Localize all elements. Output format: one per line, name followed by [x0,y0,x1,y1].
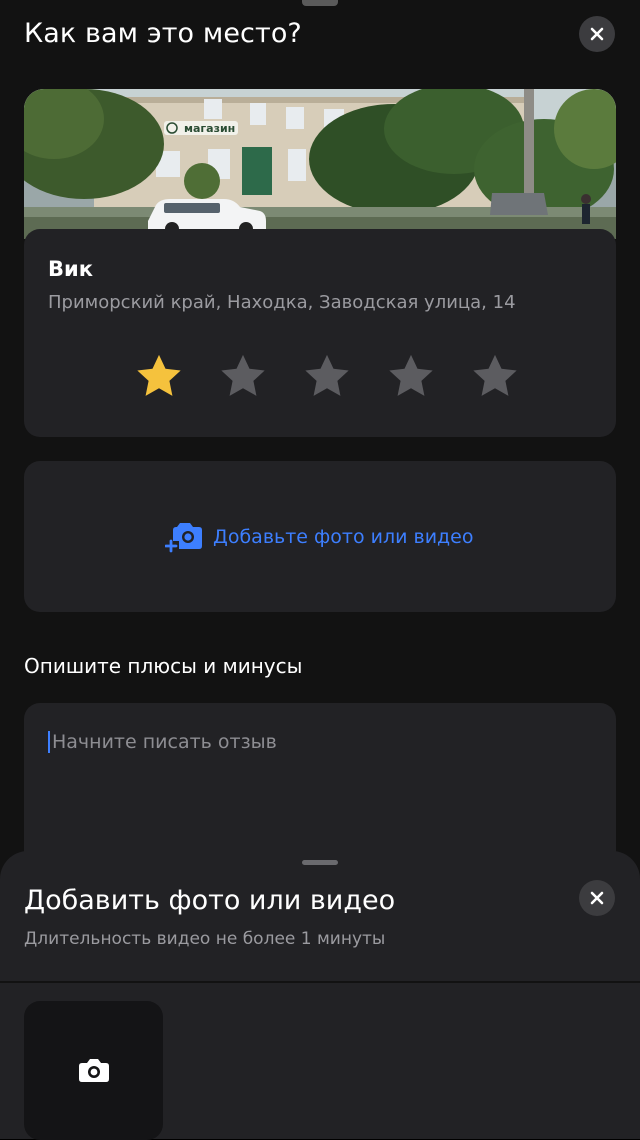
close-icon [590,27,604,41]
star-icon-4[interactable] [384,351,438,403]
camera-tile[interactable] [24,1001,163,1140]
drag-handle[interactable] [302,0,338,6]
sheet-drag-handle[interactable] [302,860,338,865]
star-icon-1[interactable] [132,351,186,403]
sheet-title: Добавить фото или видео [24,885,396,916]
sheet-subtitle: Длительность видео не более 1 минуты [24,929,386,949]
place-photo: магазин [24,89,616,239]
review-input[interactable] [48,731,592,753]
page-title: Как вам это место? [24,18,302,49]
add-media-label: Добавьте фото или видео [213,526,474,548]
divider [0,981,640,983]
camera-plus-icon [165,523,202,553]
add-media-card[interactable]: Добавьте фото или видео [24,461,616,612]
close-sheet-button[interactable] [579,880,615,916]
star-rating [132,351,522,403]
star-icon-5[interactable] [468,351,522,403]
add-media-button[interactable]: Добавьте фото или видео [165,521,474,553]
camera-icon [78,1058,109,1082]
star-icon-2[interactable] [216,351,270,403]
shop-sign: магазин [184,122,235,135]
place-card: Вик Приморский край, Находка, Заводская … [24,229,616,437]
review-heading: Опишите плюсы и минусы [24,654,303,678]
add-media-sheet: Добавить фото или видео Длительность вид… [0,851,640,1140]
place-name: Вик [48,257,93,281]
close-icon [590,891,604,905]
star-icon-3[interactable] [300,351,354,403]
close-button[interactable] [579,16,615,52]
place-address: Приморский край, Находка, Заводская улиц… [48,292,516,313]
